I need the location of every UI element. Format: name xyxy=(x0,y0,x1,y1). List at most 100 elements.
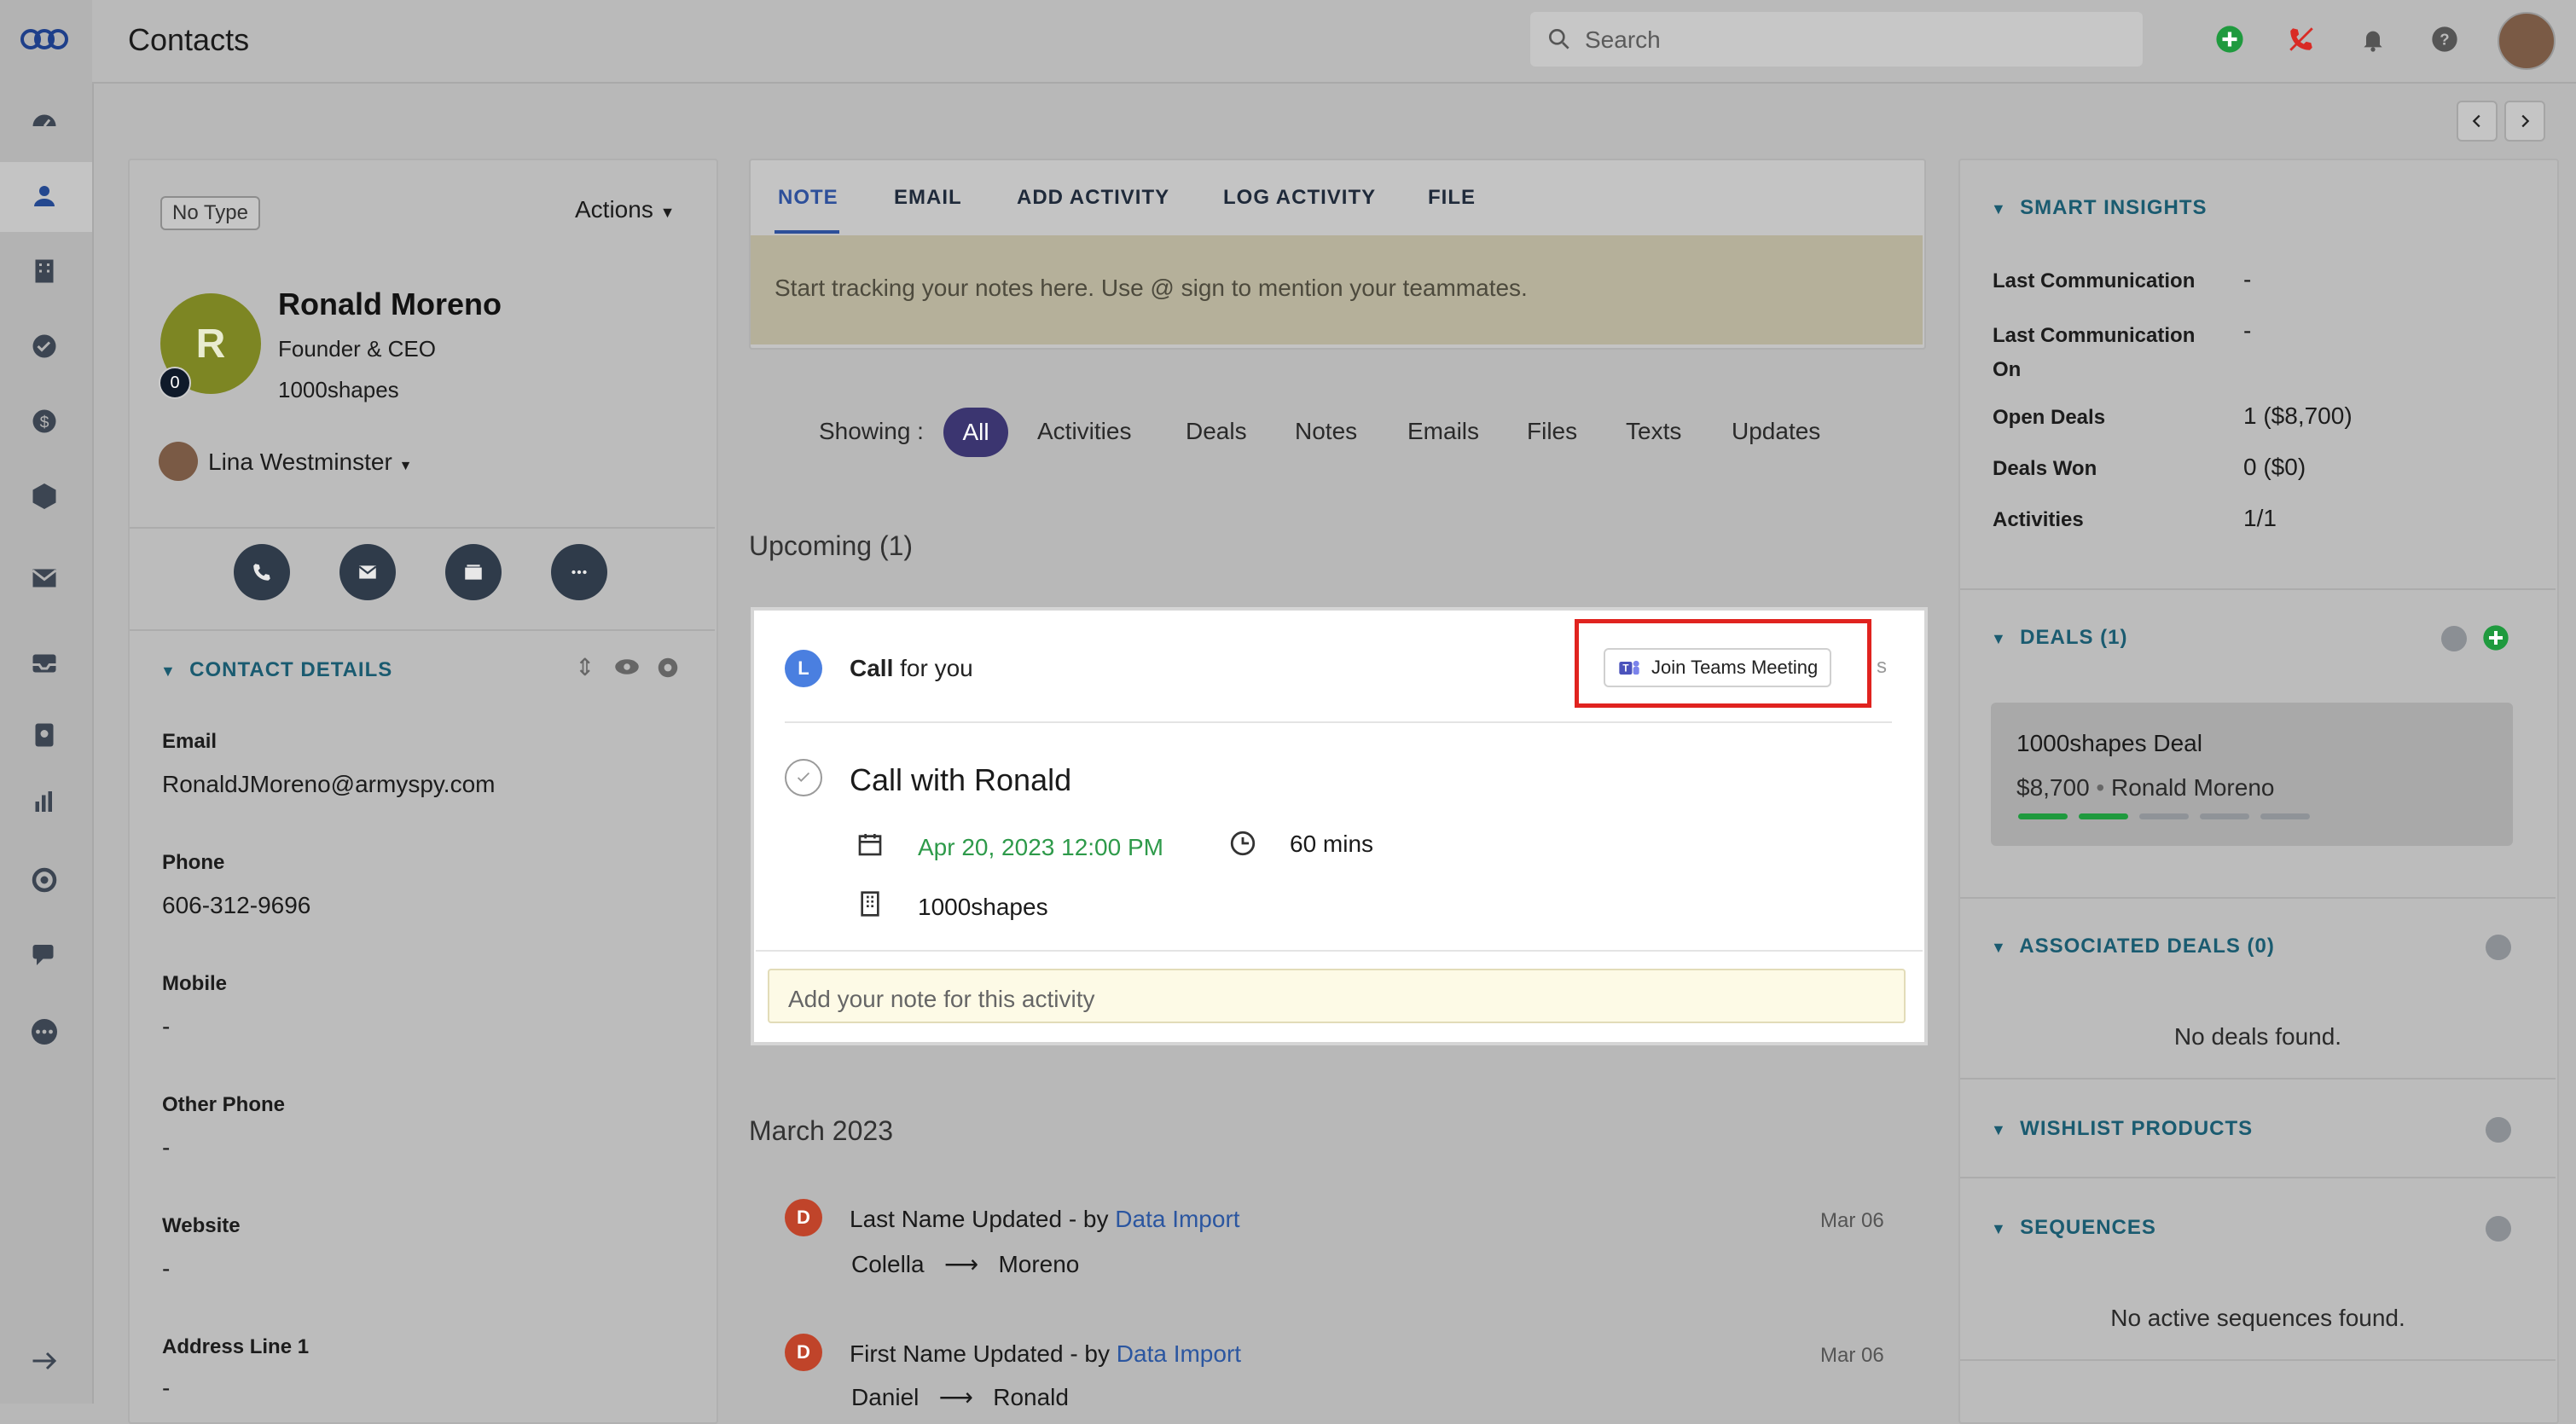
timeline-avatar: D xyxy=(785,1199,822,1236)
timeline-item-author-link[interactable]: Data Import xyxy=(1115,1206,1239,1232)
user-avatar[interactable] xyxy=(2498,12,2556,70)
refresh-icon[interactable] xyxy=(2486,935,2511,960)
assignee-avatar: L xyxy=(785,650,822,687)
search-icon xyxy=(1549,28,1569,49)
automation-icon[interactable] xyxy=(26,861,63,899)
top-header xyxy=(92,0,2576,84)
owner-selector[interactable]: Lina Westminster ▼ xyxy=(208,449,412,476)
refresh-icon[interactable] xyxy=(2486,1117,2511,1143)
insight-label: Activities xyxy=(1993,508,2084,531)
deals-icon[interactable]: $ xyxy=(26,402,63,440)
search-box[interactable] xyxy=(1530,12,2143,68)
smart-insights-title: SMART INSIGHTS xyxy=(2020,196,2208,219)
tab-log-activity[interactable]: LOG ACTIVITY xyxy=(1223,186,1376,210)
insight-label: Last Communication xyxy=(1993,269,2196,292)
field-value-email[interactable]: RonaldJMoreno@armyspy.com xyxy=(162,771,495,798)
activity-type: Call xyxy=(850,655,894,681)
field-value-website[interactable]: - xyxy=(162,1255,170,1282)
timeline-item-title: First Name Updated - by Data Import xyxy=(850,1340,1241,1368)
filter-texts[interactable]: Texts xyxy=(1626,418,1681,445)
field-label-other-phone: Other Phone xyxy=(162,1093,286,1116)
more-apps-icon[interactable] xyxy=(26,1013,63,1051)
phone-doc-icon[interactable] xyxy=(26,716,63,754)
notifications-icon[interactable] xyxy=(2353,19,2393,60)
tab-add-activity[interactable]: ADD ACTIVITY xyxy=(1017,186,1169,210)
join-teams-meeting-button[interactable]: T Join Teams Meeting xyxy=(1604,648,1832,687)
filter-files[interactable]: Files xyxy=(1527,418,1577,445)
activity-note-placeholder: Add your note for this activity xyxy=(788,986,1095,1012)
field-value-phone[interactable]: 606-312-9696 xyxy=(162,892,310,919)
deals-heading[interactable]: ▼ DEALS (1) xyxy=(1991,626,2128,650)
field-value-mobile[interactable]: - xyxy=(162,1013,170,1040)
timeline-item-change: Daniel ⟶ Ronald xyxy=(851,1383,1069,1411)
add-deal-icon[interactable] xyxy=(2482,624,2509,651)
arrow-right-icon: ⟶ xyxy=(943,1251,979,1277)
contact-type-badge[interactable]: No Type xyxy=(160,196,260,230)
expand-sidebar-icon[interactable] xyxy=(26,1342,63,1380)
deal-meta: $8,700 • Ronald Moreno xyxy=(2016,774,2275,801)
activity-company[interactable]: 1000shapes xyxy=(918,894,1048,921)
dashboard-icon[interactable] xyxy=(26,102,63,140)
microsoft-teams-icon: T xyxy=(1619,660,1639,675)
products-icon[interactable] xyxy=(26,478,63,515)
tab-file[interactable]: FILE xyxy=(1428,186,1476,210)
filter-all[interactable]: All xyxy=(943,408,1008,457)
inbox-icon[interactable] xyxy=(26,645,63,682)
previous-record-button[interactable] xyxy=(2457,101,2498,142)
campaign-button[interactable] xyxy=(445,544,502,600)
chat-icon[interactable] xyxy=(26,936,63,974)
smart-insights-heading[interactable]: ▼ SMART INSIGHTS xyxy=(1991,196,2208,220)
filter-updates[interactable]: Updates xyxy=(1732,418,1820,445)
activity-date: Apr 20, 2023 12:00 PM xyxy=(918,834,1163,860)
contact-details-heading[interactable]: ▼ CONTACT DETAILS xyxy=(160,658,392,682)
tasks-icon[interactable] xyxy=(26,327,63,365)
caret-down-icon: ▼ xyxy=(160,663,177,680)
deal-stage-pending xyxy=(2200,813,2249,819)
tab-note[interactable]: NOTE xyxy=(778,186,838,210)
phone-disabled-icon[interactable] xyxy=(2281,19,2322,60)
timeline-item-author-link[interactable]: Data Import xyxy=(1117,1340,1241,1367)
help-icon[interactable]: ? xyxy=(2424,19,2465,60)
add-new-icon[interactable] xyxy=(2209,19,2250,60)
field-value-address-line-1[interactable]: - xyxy=(162,1375,170,1402)
upcoming-heading: Upcoming (1) xyxy=(749,530,914,561)
associated-deals-heading[interactable]: ▼ ASSOCIATED DEALS (0) xyxy=(1991,935,2275,958)
complete-activity-checkbox[interactable] xyxy=(785,759,822,796)
wishlist-heading[interactable]: ▼ WISHLIST PRODUCTS xyxy=(1991,1117,2253,1141)
divider xyxy=(1960,588,2556,590)
filter-activities[interactable]: Activities xyxy=(1037,418,1131,445)
search-input[interactable] xyxy=(1583,12,2115,68)
filter-notes[interactable]: Notes xyxy=(1295,418,1357,445)
field-value-other-phone[interactable]: - xyxy=(162,1134,170,1161)
arrow-right-icon: ⟶ xyxy=(938,1384,973,1410)
activity-title[interactable]: Call with Ronald xyxy=(850,762,1071,798)
visibility-icon[interactable] xyxy=(614,657,640,677)
insight-label: Last Communication On xyxy=(1993,324,2196,381)
filter-emails[interactable]: Emails xyxy=(1407,418,1479,445)
refresh-icon[interactable] xyxy=(2486,1216,2511,1242)
sort-icon[interactable]: ⇕ xyxy=(575,653,595,681)
filter-deals[interactable]: Deals xyxy=(1186,418,1247,445)
refresh-icon[interactable] xyxy=(2441,626,2467,651)
contacts-icon[interactable] xyxy=(26,177,63,215)
accounts-icon[interactable] xyxy=(26,252,63,290)
activity-for: for you xyxy=(900,655,973,681)
field-label-email: Email xyxy=(162,730,218,753)
app-logo[interactable] xyxy=(19,20,70,58)
clock-icon xyxy=(1230,831,1256,856)
deal-amount: $8,700 xyxy=(2016,774,2090,801)
actions-label: Actions xyxy=(575,196,653,223)
actions-menu[interactable]: Actions ▼ xyxy=(575,196,675,223)
timeline-item-action: First Name Updated - by xyxy=(850,1340,1110,1367)
showing-label: Showing : xyxy=(819,418,924,444)
reports-icon[interactable] xyxy=(26,783,63,820)
insight-value: - xyxy=(2243,317,2252,344)
email-button[interactable] xyxy=(339,544,396,600)
sequences-heading[interactable]: ▼ SEQUENCES xyxy=(1991,1216,2156,1240)
next-record-button[interactable] xyxy=(2504,101,2545,142)
mail-icon[interactable] xyxy=(26,559,63,597)
more-actions-button[interactable] xyxy=(551,544,607,600)
settings-gear-icon[interactable] xyxy=(655,655,681,680)
tab-email[interactable]: EMAIL xyxy=(894,186,962,210)
call-button[interactable] xyxy=(234,544,290,600)
